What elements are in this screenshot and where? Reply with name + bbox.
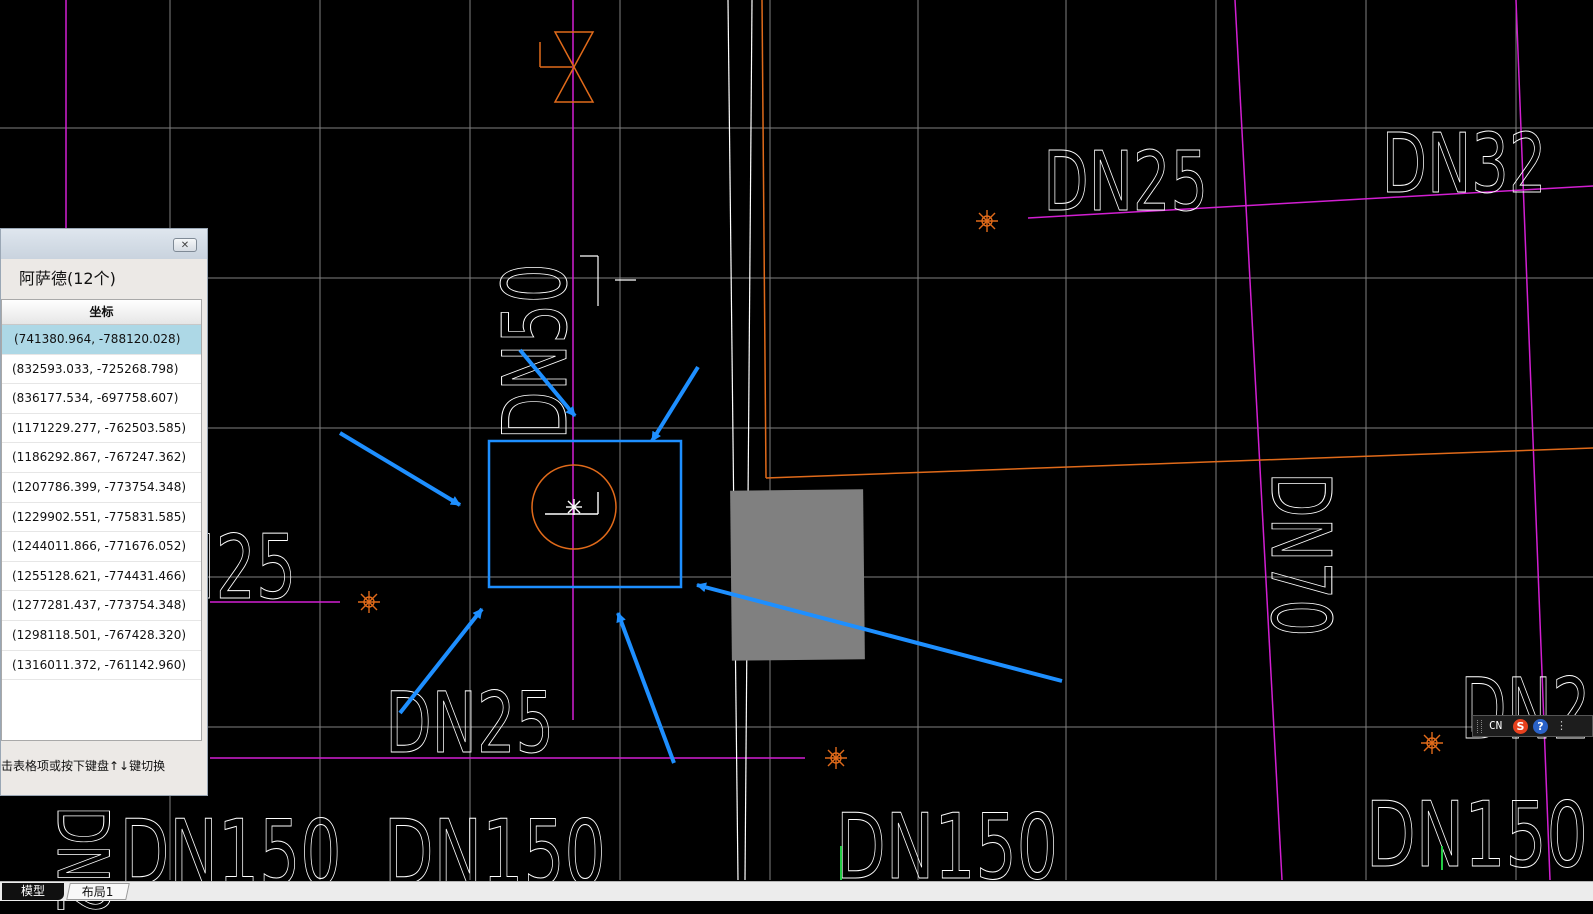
panel-footer-hint: 击表格项或按下键盘↑↓键切换 xyxy=(1,759,166,773)
table-row[interactable]: (1171229.277, -762503.585) xyxy=(2,414,201,444)
tick-marks xyxy=(580,255,636,306)
table-row[interactable]: (1277281.437, -773754.348) xyxy=(2,591,201,621)
white-wall-lines xyxy=(727,0,753,881)
close-icon[interactable]: ✕ xyxy=(173,238,197,252)
table-row[interactable]: (1186292.867, -767247.362) xyxy=(2,443,201,473)
ime-language-toggle[interactable]: CN xyxy=(1489,719,1502,732)
table-row[interactable]: (832593.033, -725268.798) xyxy=(2,355,201,385)
panel-title: 阿萨德(12个) xyxy=(19,269,116,288)
pipe-label-dn150-d: DN150 xyxy=(1366,783,1588,887)
tab-model[interactable]: 模型 xyxy=(2,883,64,900)
table-row[interactable]: (1229902.551, -775831.585) xyxy=(2,503,201,533)
valve-symbol xyxy=(539,31,595,103)
magenta-pipes xyxy=(65,0,1593,881)
help-icon[interactable]: ? xyxy=(1533,719,1548,734)
column-header-coordinates[interactable]: 坐标 xyxy=(2,300,201,325)
coordinate-table: 坐标 (741380.964, -788120.028) (832593.033… xyxy=(1,299,202,741)
menu-icon[interactable]: ⋮ xyxy=(1556,719,1567,732)
tab-layout1[interactable]: 布局1 xyxy=(66,883,130,900)
table-row[interactable]: (1316011.372, -761142.960) xyxy=(2,651,201,681)
table-row[interactable]: (1244011.866, -771676.052) xyxy=(2,532,201,562)
drag-handle-icon[interactable] xyxy=(1477,720,1482,733)
orange-pipes xyxy=(761,0,1593,479)
tab-layout1-label: 布局1 xyxy=(81,885,114,899)
cad-drawing-canvas[interactable]: DN25 DN32 DN50 DN25 DN70 DN25 DN150 DN15… xyxy=(0,0,1593,914)
pipe-label-dn25-mid: DN25 xyxy=(385,675,554,773)
layout-tab-bar: 模型 布局1 xyxy=(0,881,1593,901)
table-row[interactable]: (741380.964, -788120.028) xyxy=(2,325,201,355)
pipe-label-dn2: DN2 xyxy=(1460,661,1590,759)
pipe-label-dn32: DN32 xyxy=(1382,116,1547,211)
search-result-panel: ✕ 阿萨德(12个) 坐标 (741380.964, -788120.028) … xyxy=(0,228,208,796)
table-row[interactable]: (1255128.621, -774431.466) xyxy=(2,562,201,592)
table-row[interactable]: (836177.534, -697758.607) xyxy=(2,384,201,414)
highlighted-sprinkler[interactable] xyxy=(487,439,683,589)
pipe-label-dn25-top: DN25 xyxy=(1043,134,1208,229)
table-row[interactable]: (1207786.399, -773754.348) xyxy=(2,473,201,503)
pipe-label-dn70: DN70 xyxy=(1252,472,1347,637)
gray-equipment-block xyxy=(730,489,865,661)
grid-lines xyxy=(0,0,1593,880)
sogou-logo-icon[interactable]: S xyxy=(1513,719,1528,734)
table-row[interactable]: (1298118.501, -767428.320) xyxy=(2,621,201,651)
ime-toolbar[interactable]: CN S ? ⋮ xyxy=(1472,715,1593,737)
